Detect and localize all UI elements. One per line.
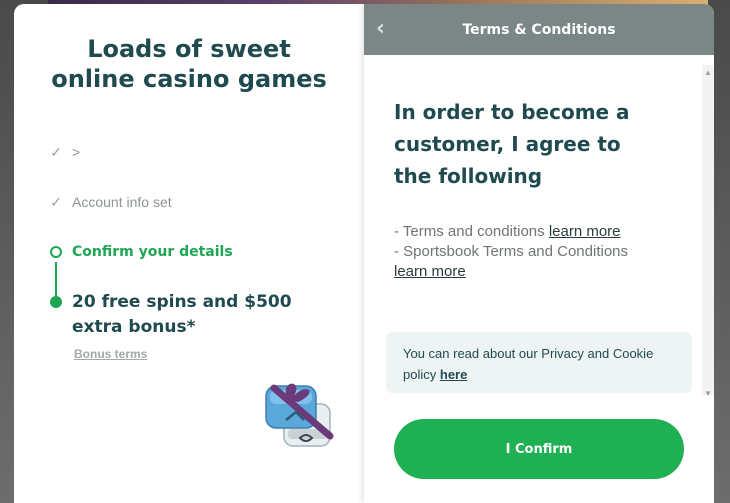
terms-learn-more-link[interactable]: learn more xyxy=(549,223,621,240)
terms-panel: ‹ Terms & Conditions ▲ ▼ In order to bec… xyxy=(364,4,714,503)
step-label: Confirm your details xyxy=(72,244,233,260)
chevron-left-icon[interactable]: ‹ xyxy=(376,18,394,40)
agreement-line-3: the following xyxy=(394,164,543,188)
terms-item-text: - Terms and conditions xyxy=(394,223,545,240)
bonus-line-1: 20 free spins and $500 xyxy=(72,292,292,312)
final-step-dot xyxy=(50,296,62,308)
step-label: > xyxy=(72,144,81,160)
bonus-terms-link[interactable]: Bonus terms xyxy=(74,347,147,361)
confirm-button[interactable]: I Confirm xyxy=(394,419,684,479)
scroll-down-arrow-icon[interactable]: ▼ xyxy=(704,389,712,398)
promo-headline: Loads of sweet online casino games xyxy=(14,34,364,94)
terms-item-text: - Sportsbook Terms and Conditions xyxy=(394,243,629,260)
gift-icon xyxy=(265,383,334,447)
agreement-line-2: customer, I agree to xyxy=(394,132,621,156)
bonus-offer: 20 free spins and $500 extra bonus* xyxy=(72,290,332,340)
check-icon: ✓ xyxy=(50,193,62,210)
agreement-heading: In order to become a customer, I agree t… xyxy=(394,96,694,192)
agreement-line-1: In order to become a xyxy=(394,100,630,124)
scroll-up-arrow-icon[interactable]: ▲ xyxy=(704,68,712,77)
headline-line-1: Loads of sweet xyxy=(87,35,291,63)
sportsbook-learn-more-link[interactable]: learn more xyxy=(394,263,466,280)
privacy-policy-link[interactable]: here xyxy=(440,367,467,382)
check-icon: ✓ xyxy=(50,143,62,160)
terms-header-title: Terms & Conditions xyxy=(462,21,616,38)
terms-item: - Terms and conditions learn more xyxy=(394,222,684,242)
signup-modal: Loads of sweet online casino games ✓ > ✓… xyxy=(14,4,714,503)
terms-item: - Sportsbook Terms and Conditions learn … xyxy=(394,242,684,282)
headline-line-2: online casino games xyxy=(51,65,327,93)
signup-progress-panel: Loads of sweet online casino games ✓ > ✓… xyxy=(14,4,364,503)
terms-header: ‹ Terms & Conditions xyxy=(364,4,714,55)
privacy-notice: You can read about our Privacy and Cooki… xyxy=(386,332,692,393)
current-step-icon xyxy=(48,244,64,260)
bonus-line-2: extra bonus* xyxy=(72,317,196,337)
step-label: Account info set xyxy=(72,194,172,210)
scrollbar[interactable] xyxy=(702,65,714,395)
terms-list: - Terms and conditions learn more - Spor… xyxy=(394,222,684,282)
